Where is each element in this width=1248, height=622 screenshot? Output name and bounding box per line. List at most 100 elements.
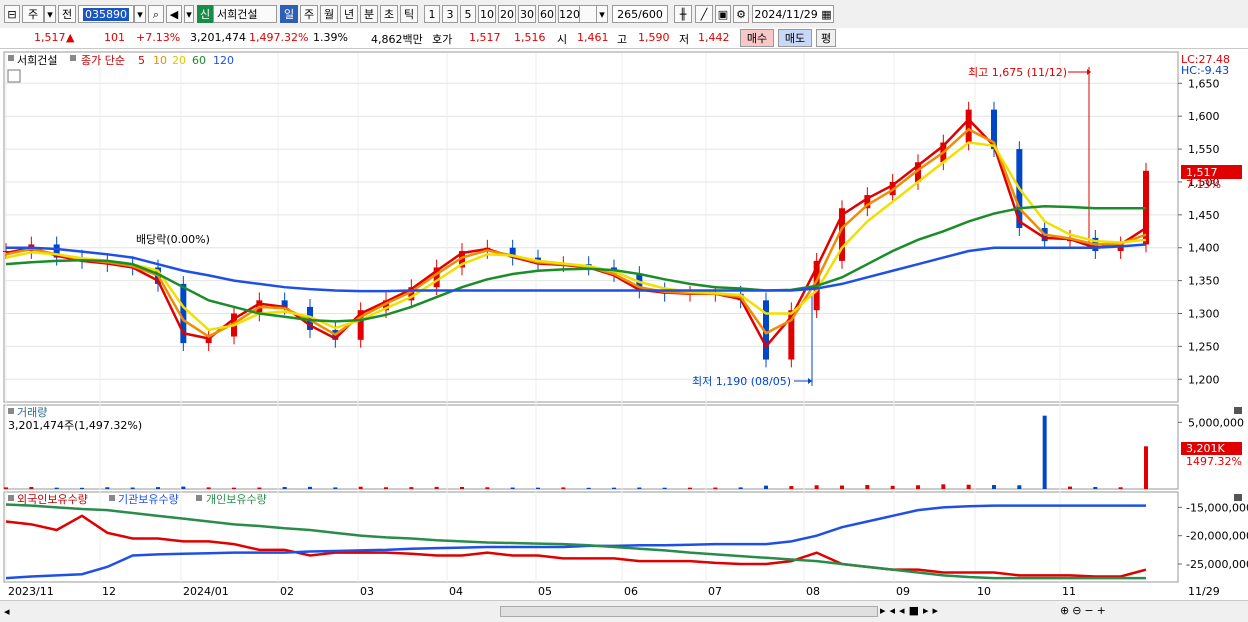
volume: 3,201,474: [190, 31, 246, 44]
volume-bar: [941, 484, 946, 489]
eval-button[interactable]: 평: [816, 29, 836, 47]
high-label: 고: [617, 33, 628, 46]
volume-pct: 1,497.32%: [249, 31, 309, 44]
interval-button-120[interactable]: 120: [558, 5, 580, 23]
price-tick-label: 1,650: [1188, 77, 1220, 90]
playback-controls[interactable]: ▸◂◂■▸▸: [880, 604, 942, 617]
x-tick-label: 04: [449, 585, 463, 598]
period-button-2[interactable]: 월: [320, 5, 338, 23]
scroll-thumb[interactable]: [500, 606, 878, 617]
legend-ma5: 5: [138, 54, 145, 67]
search-icon[interactable]: ⌕: [148, 5, 164, 23]
interval-button-20[interactable]: 20: [498, 5, 516, 23]
volume-bar: [738, 487, 743, 489]
price-tick-label: 1,200: [1188, 373, 1220, 386]
volume-bar: [384, 487, 388, 489]
candle-type-icon[interactable]: ╫: [674, 5, 692, 23]
x-tick-label: 11: [1062, 585, 1076, 598]
x-tick-label: 08: [806, 585, 820, 598]
volume-bar: [1093, 487, 1098, 489]
legend-close-label: 종가 단순: [81, 54, 125, 67]
volume-bar: [460, 487, 464, 489]
legend-square-icon: [109, 495, 115, 501]
interval-button-60[interactable]: 60: [538, 5, 556, 23]
interval-button-10[interactable]: 10: [478, 5, 496, 23]
interval-button-5[interactable]: 5: [460, 5, 476, 23]
x-tick-label: 03: [360, 585, 374, 598]
hoga-label: 호가: [432, 33, 453, 46]
legend-square-icon: [70, 55, 76, 61]
volume-bar: [662, 487, 667, 489]
scroll-left-icon[interactable]: ◂: [4, 605, 14, 618]
holdings-tick-label: -20,000,000: [1186, 530, 1248, 543]
volume-bar: [54, 487, 59, 489]
volume-panel: [3, 404, 1179, 490]
volume-bar: [992, 485, 996, 489]
holdings-tick-label: -15,000,000: [1186, 501, 1248, 514]
window-menu-icon[interactable]: ⊟: [4, 5, 20, 23]
up-arrow: ▲: [66, 31, 75, 44]
quote-bar: 1,517 ▲ 101 +7.13% 3,201,474 1,497.32% 1…: [0, 28, 1248, 49]
volume-bar: [612, 487, 616, 489]
market-label: 주: [27, 8, 39, 21]
period-button-3[interactable]: 년: [340, 5, 358, 23]
unit-dropdown-icon[interactable]: ▾: [596, 5, 608, 23]
count-value: 265: [617, 8, 639, 21]
speaker-icon[interactable]: ◀: [166, 5, 182, 23]
open-label: 시: [557, 33, 568, 46]
scroll-bar[interactable]: ◂ ▸◂◂■▸▸ ⊕⊖−+: [0, 600, 1248, 622]
price-tick-label: 1,300: [1188, 308, 1220, 321]
dividend-note: 배당락(0.00%): [136, 233, 210, 246]
gear-icon[interactable]: ⚙: [733, 5, 749, 23]
volume-bar: [840, 485, 844, 489]
stock-name-text: 서희건설: [217, 8, 258, 21]
grid-toggle-icon[interactable]: [7, 69, 21, 83]
sell-button[interactable]: 매도: [778, 29, 812, 47]
period-button-0[interactable]: 일: [280, 5, 298, 23]
code-dropdown-icon[interactable]: ▾: [134, 5, 146, 23]
volume-bar: [181, 486, 186, 489]
x-tick-label: 05: [538, 585, 552, 598]
change-pct: +7.13%: [136, 31, 181, 44]
volume-bar: [156, 487, 160, 489]
holdings-panel-close-icon[interactable]: [1234, 494, 1242, 501]
interval-button-30[interactable]: 30: [518, 5, 536, 23]
market-select[interactable]: 주: [22, 5, 44, 23]
credit-tag: 신: [197, 5, 213, 23]
date-field[interactable]: 2024/11/29 ▦: [752, 5, 834, 23]
period-button-4[interactable]: 분: [360, 5, 378, 23]
zoom-controls[interactable]: ⊕⊖−+: [1060, 604, 1109, 617]
draw-tool-icon[interactable]: ╱: [695, 5, 713, 23]
stock-chart[interactable]: 1,2001,2501,3001,3501,4001,4501,5001,550…: [0, 49, 1248, 600]
foreign-label: 외국인보유수량: [17, 493, 88, 506]
volume-panel-close-icon[interactable]: [1234, 407, 1242, 414]
period-button-6[interactable]: 틱: [400, 5, 418, 23]
buy-button[interactable]: 매수: [740, 29, 774, 47]
volume-bar: [1068, 486, 1072, 489]
turnover: 1.39%: [313, 31, 348, 44]
prev-button[interactable]: 전: [58, 5, 76, 23]
x-tick-label: 11/29: [1188, 585, 1220, 598]
volume-bar: [358, 486, 363, 489]
institution-label: 기관보유수량: [118, 493, 179, 506]
volume-bar: [206, 487, 211, 489]
volume-subtitle: 3,201,474주(1,497.32%): [8, 419, 142, 432]
volume-bar: [865, 485, 870, 489]
interval-button-1[interactable]: 1: [424, 5, 440, 23]
speaker-dropdown-icon[interactable]: ▾: [184, 5, 194, 23]
chevron-down-icon[interactable]: ▾: [44, 5, 56, 23]
x-tick-label: 02: [280, 585, 294, 598]
code-input[interactable]: 035890: [78, 5, 134, 23]
save-icon[interactable]: ▣: [715, 5, 731, 23]
toolbar: ⊟ 주 ▾ 전 035890 ▾ ⌕ ◀ ▾ 신 서희건설 ▾ 265/600 …: [0, 0, 1248, 29]
period-button-1[interactable]: 주: [300, 5, 318, 23]
period-button-5[interactable]: 초: [380, 5, 398, 23]
x-tick-label: 10: [977, 585, 991, 598]
interval-button-3[interactable]: 3: [442, 5, 458, 23]
x-tick-label: 2024/01: [183, 585, 229, 598]
volume-bar: [966, 484, 971, 489]
count-field[interactable]: 265/600: [612, 5, 668, 23]
low: 1,442: [698, 31, 730, 44]
volume-bar: [1017, 485, 1022, 489]
count-total: /600: [638, 8, 663, 21]
